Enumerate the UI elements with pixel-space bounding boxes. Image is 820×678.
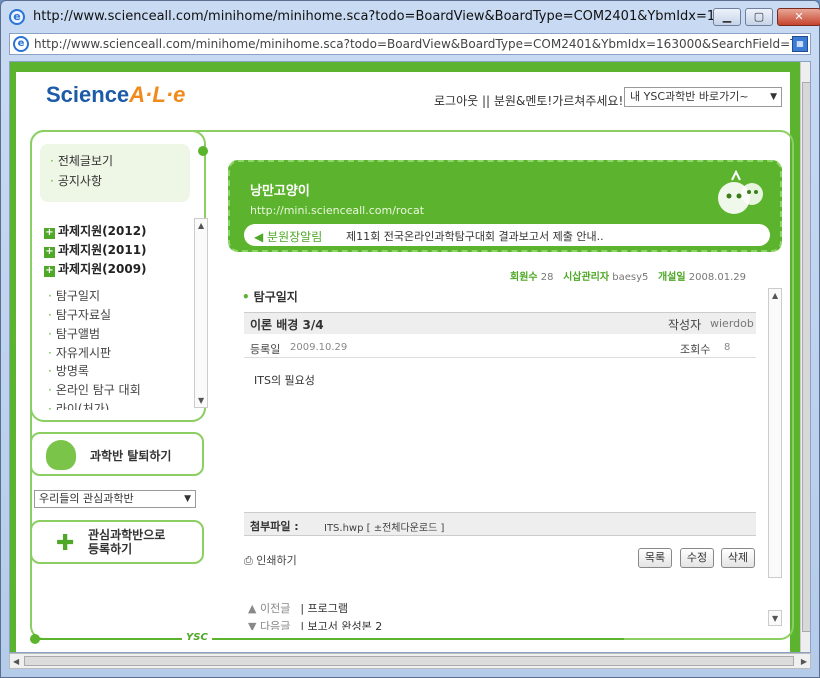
post-title: 이론 배경 3/4	[250, 318, 324, 332]
sidebar-group-2009[interactable]: + 과제지원(2009)	[44, 260, 147, 277]
ysc-shortcut-value: 내 YSC과학반 바로가기~	[630, 90, 749, 103]
window-title: http://www.scienceall.com/minihome/minih…	[33, 9, 713, 24]
author-label: 작성자	[668, 318, 702, 332]
interest-class-select[interactable]: 우리들의 관심과학반 ▼	[34, 490, 196, 508]
scroll-right-icon[interactable]: ▶	[801, 657, 807, 666]
sidebar-item-notice[interactable]: · 공지사항	[50, 172, 102, 189]
scrollbar-thumb[interactable]	[24, 656, 794, 666]
printer-icon: ⎙	[244, 554, 257, 567]
page-vertical-scrollbar[interactable]	[800, 62, 810, 652]
leave-class-button[interactable]: 과학반 탈퇴하기	[30, 432, 204, 476]
maximize-button[interactable]: ▢	[745, 8, 773, 26]
sidebar-item-research-log[interactable]: · 탐구일지	[48, 287, 100, 304]
sidebar-item-partial[interactable]: · 라이(처가)	[48, 400, 109, 410]
edit-button[interactable]: 수정	[680, 548, 714, 568]
footer-rule	[34, 638, 624, 640]
post-body: ITS의 필요성	[254, 374, 315, 387]
board-section-title: • 탐구일지	[242, 290, 298, 304]
club-stats: 회원수 28 시삽관리자 baesy5 개설일 2008.01.29	[510, 272, 746, 283]
address-bar[interactable]: e http://www.scienceall.com/minihome/min…	[9, 33, 811, 55]
left-green-bar	[10, 62, 16, 652]
attachment-label: 첨부파일 :	[250, 520, 299, 533]
register-interest-label: 관심과학반으로 등록하기	[88, 528, 166, 556]
list-button[interactable]: 목록	[638, 548, 672, 568]
prev-post-link[interactable]: ▲ 이전글 | 프로그램	[248, 600, 348, 616]
club-banner: 낭만고양이 http://mini.scienceall.com/rocat ◀…	[228, 160, 782, 252]
compat-view-icon[interactable]: ▦	[792, 36, 808, 52]
page-icon: e	[13, 36, 29, 52]
club-name: 낭만고양이	[250, 184, 310, 199]
scrollbar-thumb[interactable]	[802, 82, 810, 632]
top-green-bar	[10, 62, 800, 72]
print-button[interactable]: ⎙ 인쇄하기	[244, 552, 297, 568]
notice-label: ◀ 분원장알림	[254, 230, 323, 244]
fruit-mascot-icon	[718, 169, 763, 214]
next-post-link[interactable]: ▼ 다음글 | 보고서 완성본 2	[248, 618, 382, 630]
post-scrollbar[interactable]: ▲	[768, 288, 782, 578]
sidebar-group-2011[interactable]: + 과제지원(2011)	[44, 241, 147, 258]
scienceall-logo[interactable]: ScienceA·L·e	[46, 82, 185, 108]
view-count: 8	[724, 342, 731, 353]
notice-bar[interactable]: ◀ 분원장알림 제11회 전국온라인과학탐구대회 결과보고서 제출 안내..	[244, 224, 770, 246]
scroll-left-icon[interactable]: ◀	[13, 657, 19, 666]
logo-science-text: Science	[46, 82, 130, 107]
plus-icon: ✚	[56, 531, 75, 556]
views-label: 조회수	[680, 343, 711, 356]
post-meta: 등록일 2009.10.29 조회수 8	[244, 336, 756, 358]
sidebar-group-2012[interactable]: + 과제지원(2012)	[44, 222, 147, 239]
header-links[interactable]: 로그아웃 || 분원&멘토!가르쳐주세요!	[434, 92, 623, 109]
delete-button[interactable]: 삭제	[721, 548, 755, 568]
chevron-down-icon: ▼	[770, 92, 777, 102]
post-date: 2009.10.29	[290, 342, 348, 353]
scroll-up-icon[interactable]: ▲	[772, 291, 778, 300]
logo-ale-text: A·L·e	[129, 82, 186, 107]
scroll-down-icon[interactable]: ▼	[198, 396, 204, 405]
title-bar: e http://www.scienceall.com/minihome/min…	[1, 1, 820, 33]
sidebar-item-guestbook[interactable]: · 방명록	[48, 362, 89, 379]
sidebar-item-research-album[interactable]: · 탐구앨범	[48, 325, 100, 342]
plus-icon: +	[44, 227, 55, 239]
register-interest-button[interactable]: ✚ 관심과학반으로 등록하기	[30, 520, 204, 564]
sidebar-item-all-posts[interactable]: · 전체글보기	[50, 152, 113, 169]
plus-icon: +	[44, 265, 55, 277]
browser-window: e http://www.scienceall.com/minihome/min…	[0, 0, 820, 678]
ysc-footer-logo: YSC	[182, 632, 212, 643]
scroll-up-icon[interactable]: ▲	[198, 221, 204, 230]
ysc-shortcut-select[interactable]: 내 YSC과학반 바로가기~ ▼	[624, 87, 782, 107]
chevron-down-icon: ▼	[184, 494, 191, 504]
mascot-icon	[46, 440, 76, 470]
club-url[interactable]: http://mini.scienceall.com/rocat	[250, 204, 424, 217]
attachment-row: 첨부파일 : ITS.hwp [ ±전체다운로드 ]	[244, 512, 756, 536]
address-url[interactable]: http://www.scienceall.com/minihome/minih…	[34, 37, 794, 51]
post-header: 이론 배경 3/4 작성자 wierdob	[244, 312, 756, 334]
page-horizontal-scrollbar[interactable]: ◀ ▶	[9, 653, 811, 669]
sidebar-item-online-contest[interactable]: · 온라인 탐구 대회	[48, 381, 141, 398]
leave-class-label: 과학반 탈퇴하기	[90, 449, 172, 463]
page-viewport: ScienceA·L·e 로그아웃 || 분원&멘토!가르쳐주세요! 내 YSC…	[9, 61, 811, 653]
plus-icon: +	[44, 246, 55, 258]
author-name: wierdob	[710, 317, 754, 330]
sidebar-item-research-files[interactable]: · 탐구자료실	[48, 306, 111, 323]
attachment-file-link[interactable]: ITS.hwp [ ±전체다운로드 ]	[324, 519, 444, 534]
ie-icon: e	[9, 9, 25, 25]
notice-text[interactable]: 제11회 전국온라인과학탐구대회 결과보고서 제출 안내..	[346, 228, 604, 244]
minimize-button[interactable]: ▁	[713, 8, 741, 26]
interest-class-value: 우리들의 관심과학반	[39, 492, 134, 505]
post-scrollbar-lower[interactable]: ▼	[768, 610, 782, 626]
decor-dot	[198, 146, 208, 156]
scroll-down-icon[interactable]: ▼	[772, 614, 778, 623]
sidebar-scrollbar[interactable]: ▲ ▼	[194, 218, 208, 408]
close-button[interactable]: ✕	[777, 8, 820, 26]
sidebar-item-free-board[interactable]: · 자유게시판	[48, 344, 111, 361]
date-label: 등록일	[250, 343, 281, 356]
